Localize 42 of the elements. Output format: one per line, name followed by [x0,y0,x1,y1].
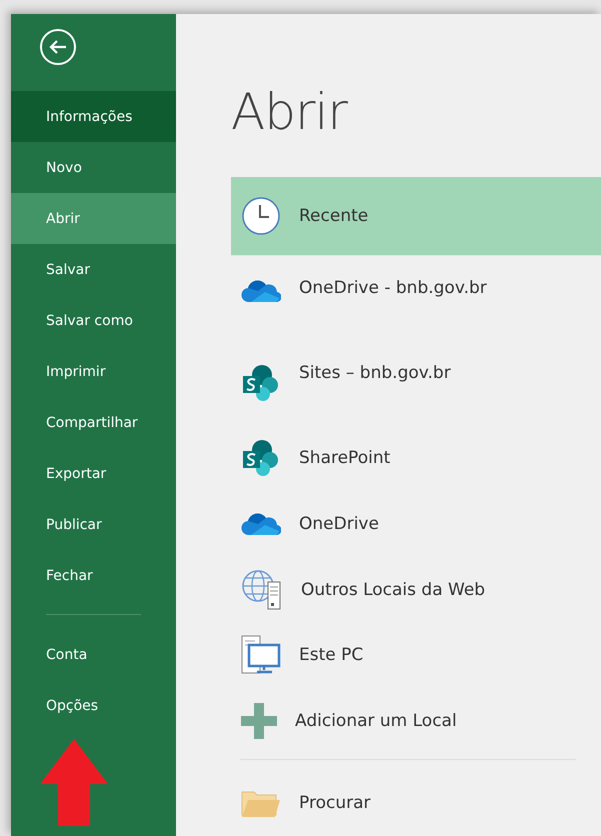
back-button[interactable] [40,28,76,64]
sharepoint-icon [241,438,281,478]
menu-item[interactable]: Informações [11,91,176,142]
location-label: Sites – bnb.gov.br [299,363,451,384]
globe-server-icon [241,568,283,611]
menu-item[interactable]: Imprimir [11,346,176,397]
location-label: OneDrive [299,514,379,534]
browse-label: Procurar [299,793,370,814]
menu-item[interactable]: Fechar [11,550,176,601]
menu-item[interactable]: Novo [11,142,176,193]
menu-item[interactable]: Salvar como [11,295,176,346]
location-item[interactable]: Outros Locais da Web [231,556,601,622]
menu-item[interactable]: Opções [11,680,176,731]
sharepoint-icon [241,363,281,404]
menu-item[interactable]: Salvar [11,244,176,295]
location-item[interactable]: OneDrive [231,491,601,557]
location-label: OneDrive - bnb.gov.br [299,278,487,298]
menu-item[interactable]: Compartilhar [11,397,176,448]
location-item[interactable]: SharePoint [231,426,601,492]
back-arrow-icon [48,38,68,54]
plus-icon [241,702,277,739]
location-label: Este PC [299,645,364,666]
location-label: SharePoint [299,448,390,468]
location-label: Adicionar um Local [295,710,457,731]
computer-icon [241,635,281,676]
location-item[interactable]: Sites – bnb.gov.br [231,341,601,426]
menu-item[interactable]: Exportar [11,448,176,499]
cloud-icon [241,510,281,537]
location-label: Outros Locais da Web [301,580,486,600]
location-item[interactable]: OneDrive - bnb.gov.br [231,256,601,342]
browse-item[interactable]: Procurar [231,770,601,836]
up-arrow-icon [40,739,108,826]
page-title: Abrir [231,84,349,140]
menu-item[interactable]: Abrir [11,193,176,244]
menu-item[interactable]: Conta [11,629,176,680]
location-item[interactable]: Recente [231,177,601,256]
clock-icon [241,196,281,236]
location-item[interactable]: Adicionar um Local [231,688,601,754]
location-label: Recente [299,206,368,226]
location-item[interactable]: Este PC [231,622,601,688]
menu-item[interactable]: Publicar [11,499,176,550]
cloud-icon [241,278,281,304]
